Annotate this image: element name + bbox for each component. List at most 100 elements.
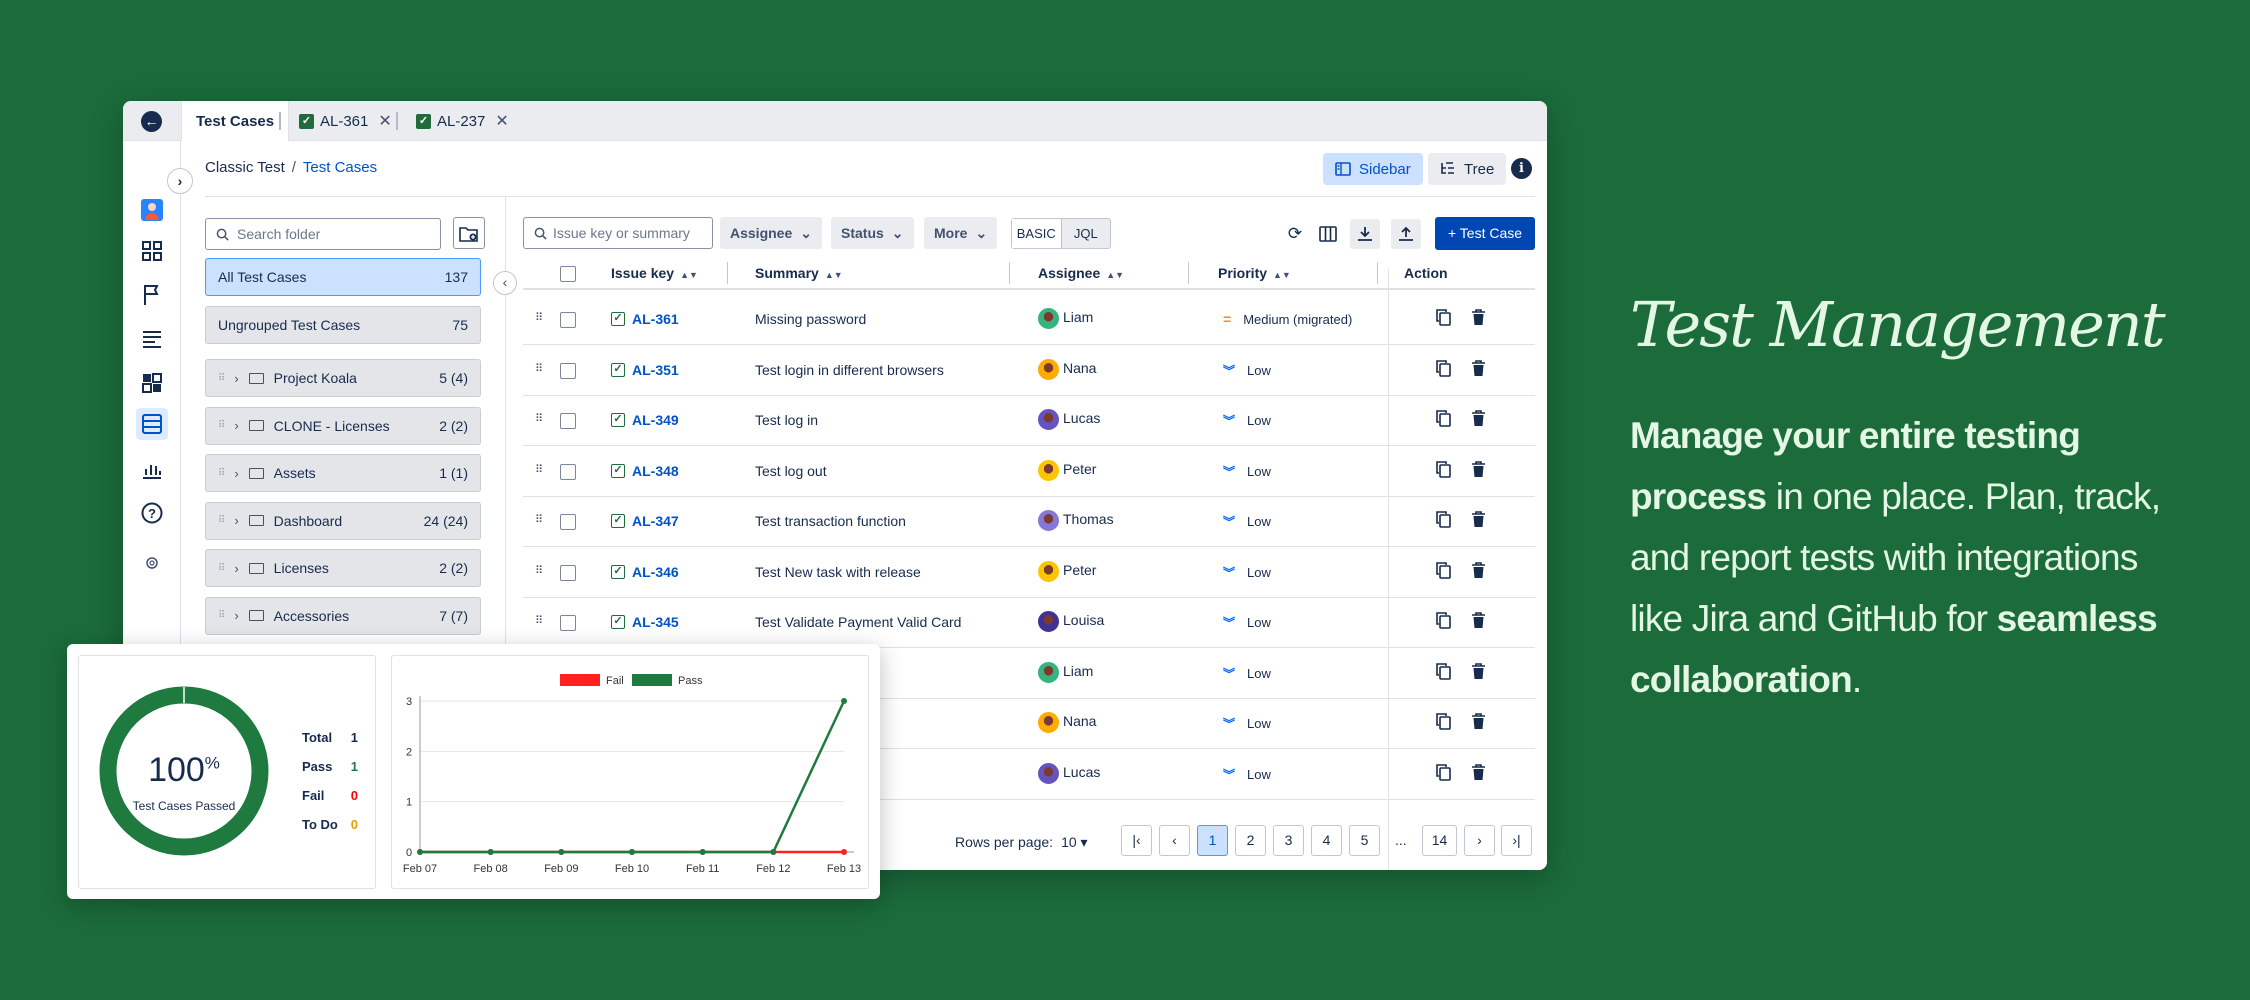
tab-al-361[interactable]: ✓ AL-361 ✕ bbox=[285, 101, 406, 141]
summary-cell[interactable]: Test log in bbox=[755, 412, 818, 428]
table-row[interactable]: ⠿ ✓ AL-361 Missing password Liam = Medium … bbox=[523, 295, 1535, 345]
row-checkbox[interactable] bbox=[560, 615, 576, 631]
table-row[interactable]: ⠿ ✓ AL-348 Test log out Peter ︾ Low bbox=[523, 447, 1535, 497]
issue-key-link[interactable]: ✓ AL-345 bbox=[611, 614, 679, 630]
first-page-icon[interactable]: |‹ bbox=[1121, 825, 1152, 856]
copy-icon[interactable] bbox=[1436, 763, 1451, 786]
delete-icon[interactable] bbox=[1471, 359, 1486, 382]
delete-icon[interactable] bbox=[1471, 309, 1486, 331]
issue-search-input[interactable]: Issue key or summary bbox=[523, 217, 713, 249]
table-row[interactable]: ⠿ ✓ AL-351 Test login in different browse… bbox=[523, 346, 1535, 396]
help-icon[interactable]: ? bbox=[140, 501, 164, 525]
column-priority[interactable]: Priority ▲▼ bbox=[1218, 265, 1291, 281]
tab-al-237[interactable]: ✓ AL-237 ✕ bbox=[402, 101, 523, 141]
drag-handle-icon[interactable]: ⠿ bbox=[218, 610, 225, 621]
copy-icon[interactable] bbox=[1436, 561, 1451, 584]
assignee-cell[interactable]: Peter bbox=[1038, 560, 1096, 582]
columns-icon[interactable] bbox=[1313, 219, 1343, 249]
column-assignee[interactable]: Assignee ▲▼ bbox=[1038, 265, 1124, 281]
page-button[interactable]: 5 bbox=[1349, 825, 1380, 856]
jql-mode-button[interactable]: JQL bbox=[1062, 219, 1111, 248]
table-row[interactable]: ⠿ ✓ AL-347 Test transaction function Thom… bbox=[523, 497, 1535, 547]
page-button[interactable]: 2 bbox=[1235, 825, 1266, 856]
copy-icon[interactable] bbox=[1436, 662, 1451, 685]
issue-key-link[interactable]: ✓ AL-361 bbox=[611, 311, 679, 327]
issue-key-link[interactable]: ✓ AL-349 bbox=[611, 412, 679, 428]
summary-cell[interactable]: Test login in different browsers bbox=[755, 362, 944, 378]
dashboard-icon[interactable] bbox=[140, 239, 164, 263]
apps-icon[interactable] bbox=[140, 371, 164, 395]
breadcrumb-parent[interactable]: Classic Test bbox=[205, 159, 285, 176]
folder-item[interactable]: ⠿ › Licenses 2 (2) bbox=[205, 549, 481, 587]
assignee-cell[interactable]: Nana bbox=[1038, 712, 1096, 733]
summary-cell[interactable]: Test log out bbox=[755, 463, 827, 479]
chevron-right-icon[interactable]: › bbox=[234, 513, 238, 528]
assignee-cell[interactable]: Thomas bbox=[1038, 510, 1114, 531]
chevron-right-icon[interactable]: › bbox=[234, 561, 238, 576]
upload-icon[interactable] bbox=[1391, 219, 1421, 249]
folder-search-input[interactable]: Search folder bbox=[205, 218, 441, 250]
info-icon[interactable]: i bbox=[1511, 158, 1532, 179]
page-button[interactable]: 4 bbox=[1311, 825, 1342, 856]
breadcrumb-current[interactable]: Test Cases bbox=[303, 159, 377, 176]
delete-icon[interactable] bbox=[1471, 410, 1486, 432]
folder-item[interactable]: ⠿ › Accessories 7 (7) bbox=[205, 596, 481, 635]
drag-handle-icon[interactable]: ⠿ bbox=[535, 513, 543, 526]
folder-item[interactable]: ⠿ › Project Koala 5 (4) bbox=[205, 359, 481, 397]
assignee-cell[interactable]: Louisa bbox=[1038, 611, 1104, 632]
summary-cell[interactable]: Test transaction function bbox=[755, 513, 906, 529]
drag-handle-icon[interactable]: ⠿ bbox=[218, 420, 225, 431]
copy-icon[interactable] bbox=[1436, 511, 1451, 533]
copy-icon[interactable] bbox=[1436, 460, 1451, 483]
table-row[interactable]: ⠿ ✓ AL-349 Test log in Lucas ︾ Low bbox=[523, 396, 1535, 446]
folder-all-test-cases[interactable]: All Test Cases 137 bbox=[205, 258, 481, 296]
drag-handle-icon[interactable]: ⠿ bbox=[218, 373, 225, 384]
flag-icon[interactable] bbox=[140, 283, 164, 307]
download-icon[interactable] bbox=[1350, 219, 1380, 249]
drag-handle-icon[interactable]: ⠿ bbox=[218, 563, 225, 574]
assignee-filter[interactable]: Assignee ⌄ bbox=[720, 217, 822, 249]
page-button[interactable]: 3 bbox=[1273, 825, 1304, 856]
status-filter[interactable]: Status ⌄ bbox=[831, 217, 914, 249]
basic-mode-button[interactable]: BASIC bbox=[1012, 219, 1062, 248]
issue-key-link[interactable]: ✓ AL-346 bbox=[611, 564, 679, 580]
delete-icon[interactable] bbox=[1471, 713, 1486, 735]
drag-handle-icon[interactable]: ⠿ bbox=[535, 311, 543, 324]
prev-page-icon[interactable]: ‹ bbox=[1159, 825, 1190, 856]
folder-item[interactable]: ⠿ › Dashboard 24 (24) bbox=[205, 501, 481, 540]
expand-nav-icon[interactable]: › bbox=[167, 168, 193, 194]
summary-cell[interactable]: Missing password bbox=[755, 311, 866, 327]
row-checkbox[interactable] bbox=[560, 564, 576, 581]
delete-icon[interactable] bbox=[1471, 763, 1486, 786]
summary-cell[interactable]: Test New task with release bbox=[755, 564, 921, 580]
row-checkbox[interactable] bbox=[560, 413, 576, 429]
drag-handle-icon[interactable]: ⠿ bbox=[535, 362, 543, 375]
row-checkbox[interactable] bbox=[560, 514, 576, 530]
sidebar-view-button[interactable]: Sidebar bbox=[1323, 153, 1423, 185]
copy-icon[interactable] bbox=[1436, 410, 1451, 432]
row-checkbox[interactable] bbox=[560, 362, 576, 379]
folder-ungrouped[interactable]: Ungrouped Test Cases 75 bbox=[205, 306, 481, 344]
page-button[interactable]: 1 bbox=[1197, 825, 1228, 856]
select-all-checkbox[interactable] bbox=[560, 266, 576, 282]
delete-icon[interactable] bbox=[1471, 561, 1486, 584]
drag-handle-icon[interactable]: ⠿ bbox=[535, 412, 543, 425]
drag-handle-icon[interactable]: ⠿ bbox=[218, 515, 225, 526]
issue-key-link[interactable]: ✓ AL-347 bbox=[611, 513, 679, 529]
tab-test-cases[interactable]: Test Cases bbox=[181, 101, 290, 141]
delete-icon[interactable] bbox=[1471, 460, 1486, 483]
assignee-cell[interactable]: Lucas bbox=[1038, 762, 1100, 784]
user-avatar-icon[interactable] bbox=[140, 198, 164, 222]
assignee-cell[interactable]: Nana bbox=[1038, 358, 1096, 380]
table-row[interactable]: ⠿ ✓ AL-346 Test New task with release Pet… bbox=[523, 548, 1535, 598]
delete-icon[interactable] bbox=[1471, 612, 1486, 634]
copyright-icon[interactable] bbox=[140, 551, 164, 575]
rows-per-page[interactable]: Rows per page: 10 ▾ bbox=[955, 834, 1088, 851]
collapse-panel-icon[interactable]: ‹ bbox=[493, 271, 517, 295]
close-icon[interactable]: ✕ bbox=[378, 111, 391, 131]
table-row[interactable]: ⠿ ✓ AL-345 Test Validate Payment Valid Ca… bbox=[523, 598, 1535, 648]
chevron-right-icon[interactable]: › bbox=[234, 418, 238, 433]
assignee-cell[interactable]: Liam bbox=[1038, 661, 1093, 683]
list-icon[interactable] bbox=[140, 327, 164, 351]
column-issue-key[interactable]: Issue key ▲▼ bbox=[611, 265, 698, 281]
